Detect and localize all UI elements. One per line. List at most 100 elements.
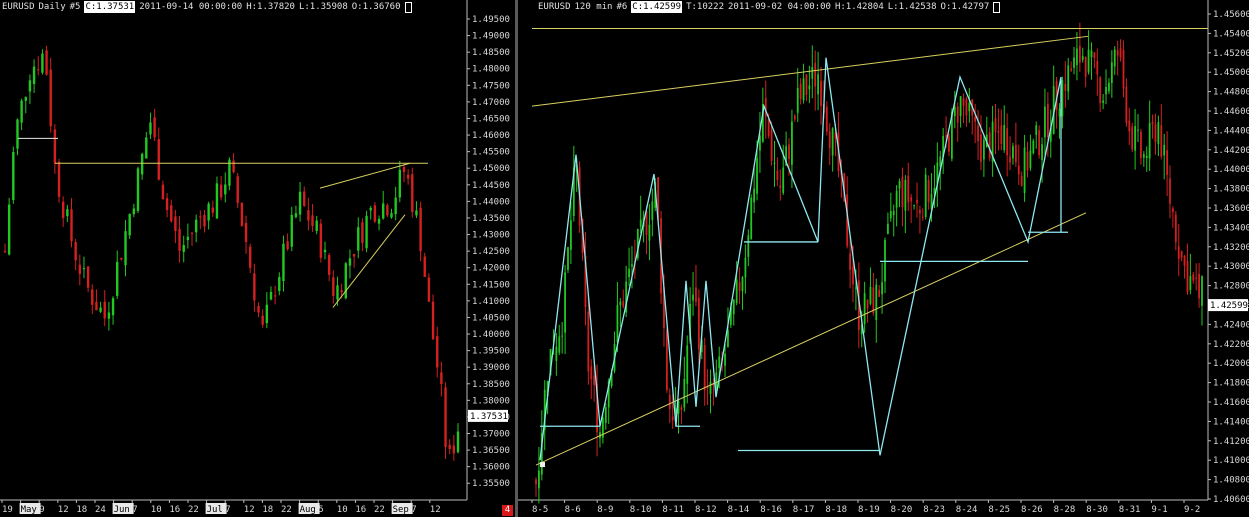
candle-body [767, 118, 770, 137]
candle-body [1122, 49, 1125, 89]
candle-body [1172, 208, 1174, 213]
candle-body [796, 88, 799, 113]
candle-body [980, 134, 982, 162]
candle-body [680, 407, 683, 410]
price-tick-label: 1.41000 [1213, 456, 1249, 466]
candle-body [831, 128, 834, 156]
candle-body [170, 205, 173, 222]
candle-body [1113, 49, 1116, 67]
date-tick-label: 8-12 [695, 505, 717, 515]
date-tick-label: 24 [95, 505, 106, 515]
date-tick-label: 22 [188, 505, 199, 515]
price-tick-label: 1.43400 [1213, 223, 1249, 233]
candle-body [1099, 77, 1102, 104]
current-price-label: 1.42599 [1210, 301, 1248, 311]
timeframe-label: 120 min [574, 2, 613, 12]
candle-body [799, 83, 802, 100]
current-price-box: 1.42599 [1208, 299, 1248, 312]
candle-body [265, 304, 269, 324]
candle-body [1174, 214, 1177, 243]
price-tick-label: 1.44600 [1213, 107, 1249, 117]
candle-body [440, 372, 443, 385]
h2-candlestick-chart[interactable]: 1.45600 1.45400 1.45200 1.45000 1.44800 1.446… [518, 0, 1249, 517]
candle-body [875, 284, 878, 320]
price-tick-label: 1.41500 [472, 280, 510, 290]
candle-body [750, 197, 753, 240]
candle-body [587, 311, 590, 372]
candle-body [240, 202, 244, 226]
zigzag-pattern-line [539, 57, 1062, 461]
chart-tab-badge[interactable]: 4 [502, 505, 513, 516]
candle-body [224, 184, 227, 195]
candle-body [273, 295, 277, 297]
candle-body [1201, 276, 1203, 306]
candle-body [887, 223, 889, 234]
candle-body [182, 245, 185, 252]
candle-body [307, 210, 310, 221]
candle-body [953, 106, 956, 117]
candle-body [190, 232, 194, 234]
price-tick-label: 1.42400 [1213, 320, 1249, 330]
daily-candlestick-chart[interactable]: 1.49500 1.49000 1.48500 1.48000 1.47500 1.470… [0, 0, 515, 517]
candle-body [1003, 125, 1006, 151]
candle-body [881, 282, 883, 295]
candle-body [82, 268, 86, 270]
candle-body [352, 253, 356, 257]
candle-body [1014, 144, 1017, 163]
candle-body [444, 387, 447, 448]
channel-upper-line [531, 35, 1089, 107]
date-tick-label: 19 [2, 505, 13, 515]
candle-body [555, 346, 558, 361]
candle-body [1096, 60, 1099, 75]
candle-body [124, 231, 127, 266]
ticks-label: T:10222 [686, 2, 725, 12]
price-tick-label: 1.47500 [472, 81, 510, 91]
candle-body [1041, 144, 1043, 161]
date-tick-label: 9-1 [1151, 505, 1167, 515]
candle-body [1137, 129, 1139, 131]
candle-body [1012, 146, 1014, 159]
candle-body [1061, 80, 1064, 117]
candle-body [207, 203, 210, 221]
wedge-lower-line [332, 214, 406, 308]
price-tick-label: 1.36500 [472, 446, 510, 456]
candle-body [1128, 120, 1131, 132]
candle-body [103, 301, 106, 319]
close-price-label: C:1.42599 [631, 1, 683, 13]
candle-body [386, 205, 389, 216]
candle-body [415, 210, 418, 216]
candle-body [1087, 49, 1090, 73]
candle-body [927, 180, 930, 203]
candle-body [631, 264, 633, 267]
candle-body [120, 258, 123, 260]
candle-body [111, 298, 115, 316]
candle-body [852, 266, 854, 285]
candle-body [24, 97, 27, 101]
price-tick-label: 1.45500 [472, 148, 510, 158]
candle-body [686, 345, 689, 384]
candle-body [811, 66, 814, 79]
wedge-upper-line [319, 162, 411, 189]
candle-body [1102, 100, 1105, 103]
datetime-label: 2011-09-14 00:00:00 [139, 2, 243, 12]
candle-body [747, 235, 750, 257]
candle-body [884, 240, 886, 282]
candle-body [340, 290, 343, 293]
candle-body [1020, 176, 1023, 186]
date-label-highlight: Aug [298, 503, 320, 515]
candle-body [294, 213, 298, 217]
candle-body [913, 204, 915, 206]
candle-body [628, 268, 630, 278]
candle-body [153, 117, 156, 138]
price-tick-label: 1.44400 [1213, 126, 1249, 136]
date-tick-label: 7 [132, 505, 137, 515]
price-tick-label: 1.46500 [472, 114, 510, 124]
h2-chart-panel[interactable]: EURUSD 120 min #6 C:1.42599 T:10222 2011… [518, 0, 1249, 517]
candle-body [28, 80, 32, 92]
candle-body [738, 282, 741, 291]
candle-body [286, 241, 289, 250]
daily-chart-panel[interactable]: EURUSD Daily #5 C:1.37531 2011-09-14 00:… [0, 0, 515, 517]
candle-body [132, 208, 136, 215]
close-price-label: C:1.37531 [84, 1, 136, 13]
candle-body [802, 78, 805, 101]
